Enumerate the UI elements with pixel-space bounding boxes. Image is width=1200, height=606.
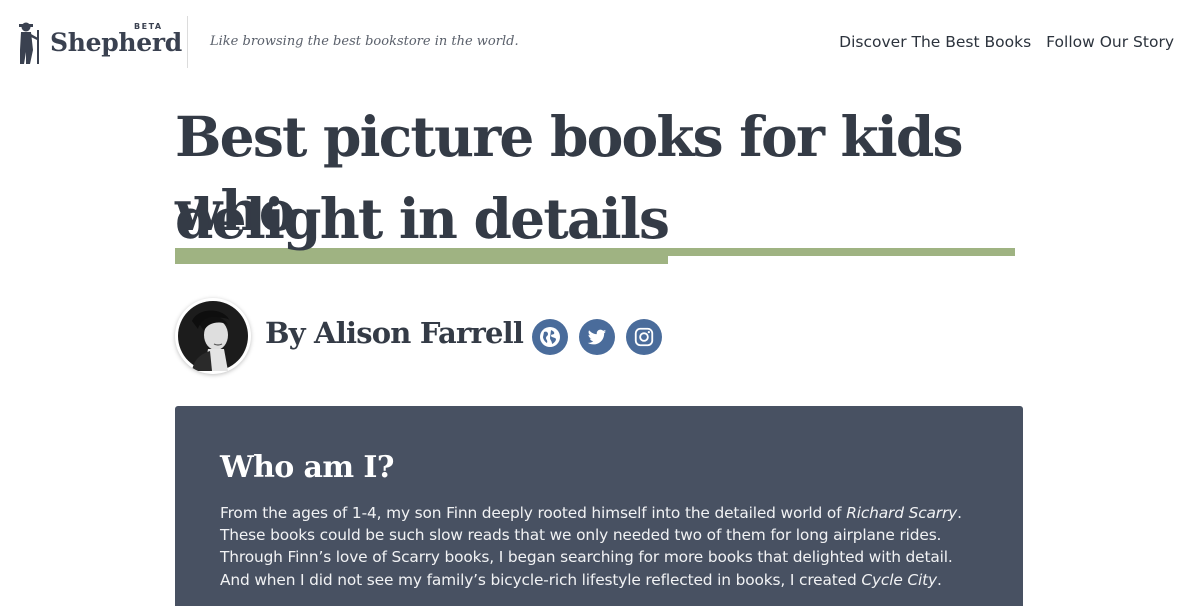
cycle-city-emphasis: Cycle City — [861, 570, 937, 589]
author-avatar — [175, 298, 251, 374]
social-links — [532, 319, 662, 355]
nav-follow-our-story[interactable]: Follow Our Story — [1046, 33, 1174, 51]
twitter-link[interactable] — [579, 319, 615, 355]
instagram-link[interactable] — [626, 319, 662, 355]
main-nav: Discover The Best Books Follow Our Story — [839, 33, 1174, 51]
twitter-icon — [587, 329, 607, 345]
card-paragraph: From the ages of 1-4, my son Finn deeply… — [220, 502, 978, 591]
page-title: Best picture books for kids who delight … — [175, 100, 1015, 264]
author-photo-icon — [178, 301, 248, 371]
header-divider — [187, 16, 188, 68]
site-header: BETA Shepherd Like browsing the best boo… — [0, 0, 1200, 86]
instagram-icon — [634, 327, 654, 347]
author-section: By Alison Farrell — [175, 298, 775, 374]
logo-wordmark: Shepherd — [50, 28, 182, 57]
author-name: By Alison Farrell — [265, 316, 524, 350]
who-am-i-card: Who am I? From the ages of 1-4, my son F… — [175, 406, 1023, 606]
shepherd-figure-icon — [19, 22, 39, 64]
tagline: Like browsing the best bookstore in the … — [210, 34, 519, 49]
nav-discover-best-books[interactable]: Discover The Best Books — [839, 33, 1031, 51]
card-text-part-1: From the ages of 1-4, my son Finn deeply… — [220, 504, 847, 522]
globe-icon — [540, 327, 560, 347]
card-heading: Who am I? — [220, 450, 394, 485]
website-link[interactable] — [532, 319, 568, 355]
card-text-part-3: . — [936, 570, 942, 589]
title-line-2: delight in details — [175, 182, 670, 264]
richard-scarry-emphasis: Richard Scarry — [846, 504, 958, 522]
shepherd-logo[interactable]: BETA Shepherd — [14, 18, 182, 66]
